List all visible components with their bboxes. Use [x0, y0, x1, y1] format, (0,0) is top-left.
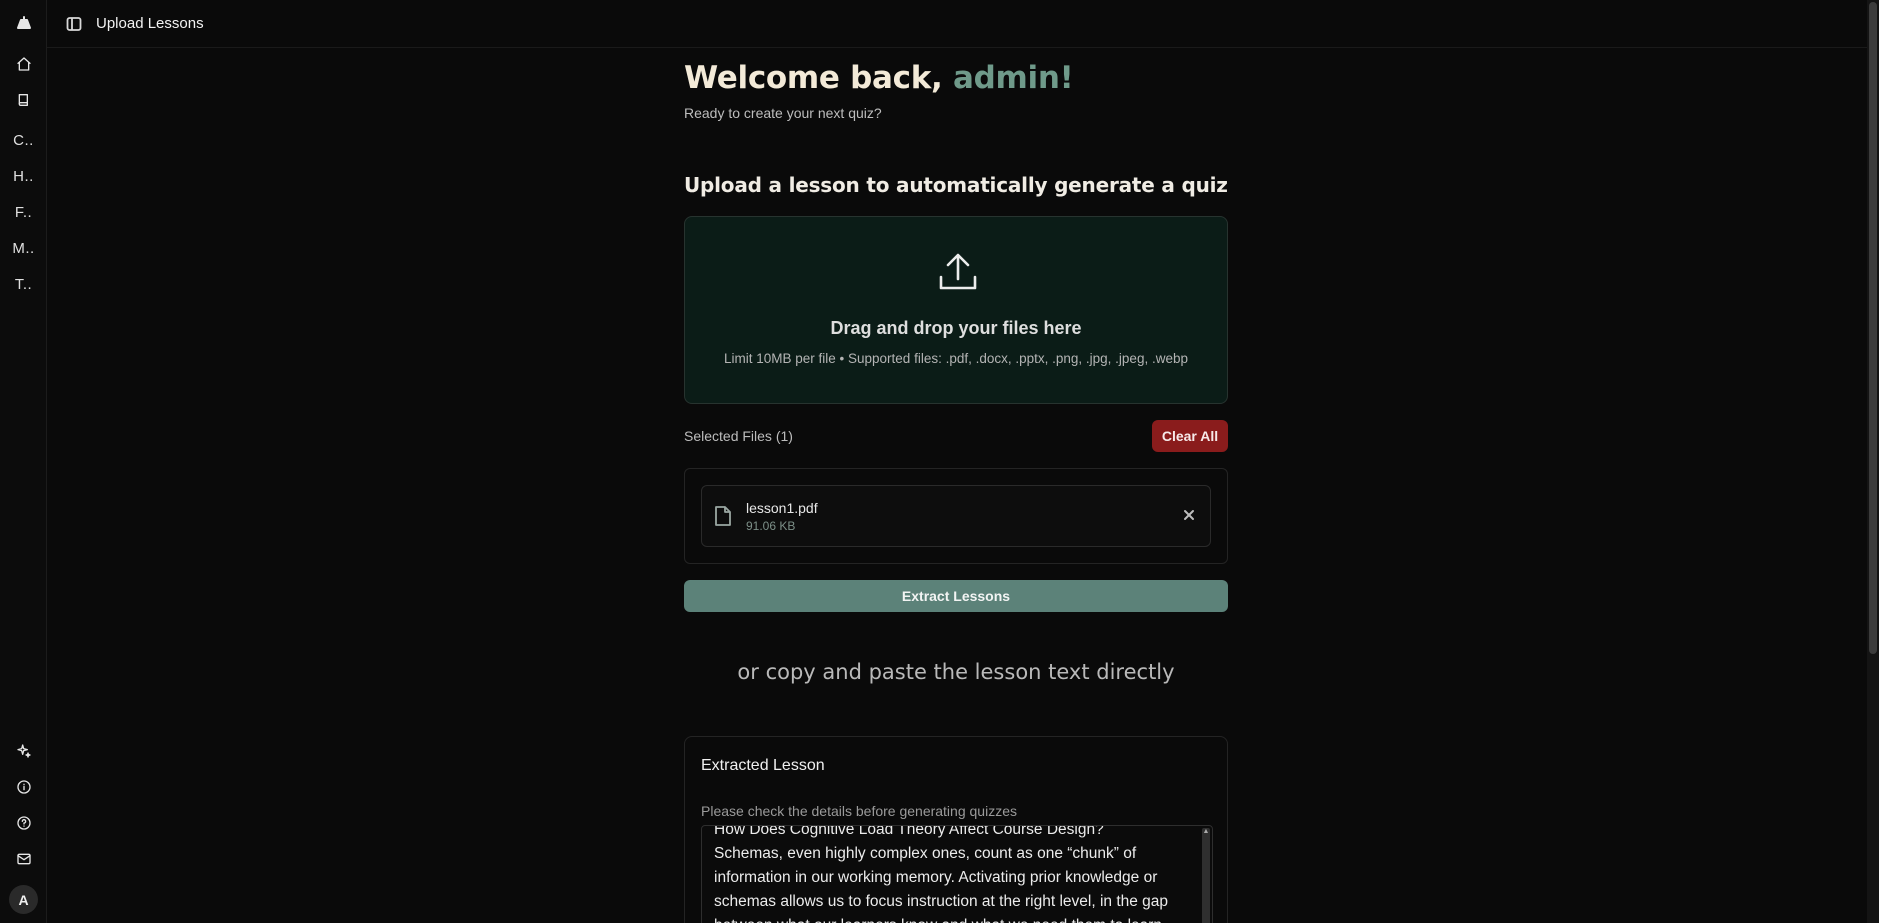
page-title: Upload Lessons — [96, 15, 204, 32]
sidebar-item-label: C.. — [13, 131, 34, 149]
mail-icon[interactable] — [0, 844, 47, 874]
file-dropzone[interactable]: Drag and drop your files here Limit 10MB… — [684, 216, 1228, 404]
extracted-lesson-card: Extracted Lesson Please check the detail… — [684, 736, 1228, 923]
file-icon — [714, 506, 732, 526]
extracted-lesson-title: Extracted Lesson — [701, 757, 825, 774]
scrollbar-thumb[interactable] — [1869, 2, 1877, 654]
sidebar: C.. H.. F.. M.. T.. A — [0, 0, 47, 923]
upload-section-title: Upload a lesson to automatically generat… — [684, 173, 1228, 197]
welcome-subtitle: Ready to create your next quiz? — [684, 105, 882, 121]
sidebar-item-3[interactable]: M.. — [0, 233, 47, 263]
extracted-lesson-hint: Please check the details before generati… — [701, 803, 1017, 819]
book-icon[interactable] — [0, 85, 47, 115]
help-icon[interactable] — [0, 808, 47, 838]
dropzone-hint: Limit 10MB per file • Supported files: .… — [724, 351, 1188, 366]
app-logo-icon[interactable] — [0, 8, 47, 38]
sidebar-item-0[interactable]: C.. — [0, 125, 47, 155]
page-scrollbar[interactable] — [1867, 0, 1879, 923]
avatar[interactable]: A — [9, 885, 38, 914]
home-icon[interactable] — [0, 49, 47, 79]
file-size: 91.06 KB — [746, 519, 796, 533]
lesson-textarea[interactable]: How Does Cognitive Load Theory Affect Co… — [701, 825, 1213, 923]
selected-files-list: lesson1.pdf 91.06 KB — [684, 468, 1228, 564]
welcome-prefix: Welcome back, — [684, 60, 943, 96]
sidebar-item-label: H.. — [13, 167, 34, 185]
top-bar: Upload Lessons — [47, 0, 1867, 48]
info-icon[interactable] — [0, 772, 47, 802]
upload-icon — [937, 251, 979, 293]
textarea-scrollbar[interactable]: ▲ — [1202, 828, 1210, 923]
sidebar-item-2[interactable]: F.. — [0, 197, 47, 227]
lesson-text[interactable]: How Does Cognitive Load Theory Affect Co… — [714, 826, 1190, 923]
scroll-up-arrow-icon[interactable]: ▲ — [1202, 828, 1210, 836]
clear-all-button[interactable]: Clear All — [1152, 420, 1228, 452]
sidebar-item-label: T.. — [14, 275, 33, 293]
paste-text-heading: or copy and paste the lesson text direct… — [737, 660, 1175, 684]
welcome-username: admin! — [953, 60, 1074, 96]
welcome-heading: Welcome back, admin! — [684, 60, 1074, 96]
selected-files-label: Selected Files (1) — [684, 428, 793, 444]
sparkles-icon[interactable] — [0, 736, 47, 766]
sidebar-item-4[interactable]: T.. — [0, 269, 47, 299]
sidebar-toggle-icon[interactable] — [66, 16, 82, 32]
avatar-initial: A — [18, 891, 29, 908]
remove-file-close-icon[interactable] — [1182, 508, 1196, 522]
sidebar-item-label: M.. — [12, 239, 35, 257]
sidebar-item-label: F.. — [14, 203, 33, 221]
dropzone-title: Drag and drop your files here — [830, 318, 1082, 338]
file-name: lesson1.pdf — [746, 500, 818, 516]
extract-lessons-button[interactable]: Extract Lessons — [684, 580, 1228, 612]
sidebar-item-1[interactable]: H.. — [0, 161, 47, 191]
file-item: lesson1.pdf 91.06 KB — [701, 485, 1211, 547]
